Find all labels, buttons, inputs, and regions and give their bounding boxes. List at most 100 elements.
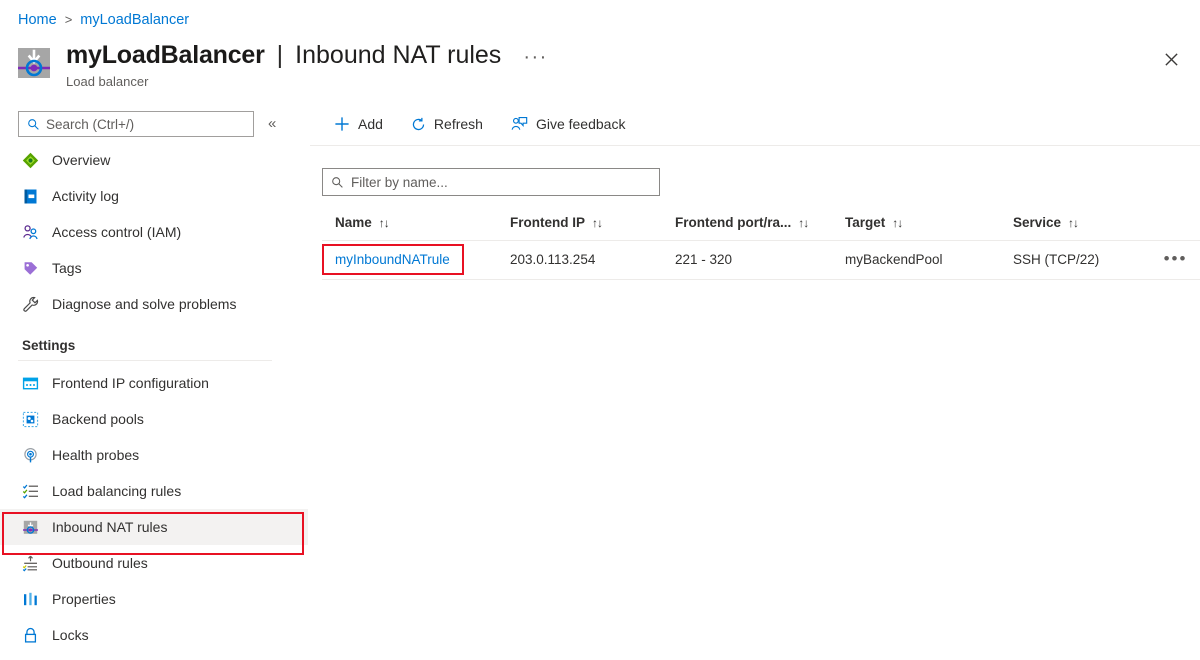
sidebar-item-label: Health probes: [52, 447, 139, 463]
page-title-block: myLoadBalancer | Inbound NAT rules ··· L…: [16, 40, 552, 91]
table-row[interactable]: myInboundNATrule 203.0.113.254 221 - 320…: [322, 241, 1200, 280]
search-icon: [27, 118, 40, 131]
sidebar-item-label: Access control (IAM): [52, 224, 181, 240]
column-header-label: Frontend IP: [510, 215, 585, 230]
sort-arrows-icon[interactable]: ↑↓: [592, 216, 602, 230]
page-name: Inbound NAT rules: [295, 40, 501, 71]
cell-target: myBackendPool: [832, 241, 1000, 280]
sidebar-section-settings: Settings: [0, 322, 308, 358]
sidebar-item-properties[interactable]: Properties: [0, 581, 308, 617]
inbound-nat-rules-icon: [22, 519, 39, 536]
nat-rule-link[interactable]: myInboundNATrule: [335, 252, 450, 267]
filter-by-name-input[interactable]: Filter by name...: [322, 168, 660, 196]
cell-service: SSH (TCP/22): [1000, 241, 1138, 280]
main-content: Add Refresh Give feedback: [310, 104, 1200, 660]
cell-frontend-port: 221 - 320: [662, 241, 832, 280]
load-balancer-icon: [16, 45, 54, 83]
sort-arrows-icon[interactable]: ↑↓: [892, 216, 902, 230]
give-feedback-button[interactable]: Give feedback: [509, 109, 628, 139]
resource-name: myLoadBalancer: [66, 40, 265, 71]
search-icon: [331, 176, 344, 189]
overview-diamond-icon: [22, 152, 39, 169]
sidebar-item-access-control[interactable]: Access control (IAM): [0, 214, 308, 250]
more-commands-ellipsis-icon[interactable]: ···: [519, 46, 551, 69]
outbound-rules-icon: [22, 555, 39, 572]
access-control-icon: [22, 224, 39, 241]
sidebar-item-label: Locks: [52, 627, 89, 643]
row-context-menu-icon[interactable]: •••: [1164, 252, 1188, 266]
title-pipe: |: [277, 40, 284, 71]
column-header-frontend-ip[interactable]: Frontend IP ↑↓: [497, 211, 662, 241]
activity-log-icon: [22, 188, 39, 205]
column-header-name[interactable]: Name ↑↓: [322, 211, 497, 241]
sidebar-item-label: Activity log: [52, 188, 119, 204]
cell-context-menu: •••: [1138, 241, 1200, 280]
sidebar-item-label: Diagnose and solve problems: [52, 296, 236, 312]
column-header-context: [1138, 211, 1200, 241]
sidebar-item-label: Properties: [52, 591, 116, 607]
refresh-button[interactable]: Refresh: [409, 109, 485, 139]
breadcrumb-separator-icon: >: [65, 10, 73, 30]
sidebar-item-inbound-nat-rules[interactable]: Inbound NAT rules: [0, 509, 308, 545]
column-header-frontend-port[interactable]: Frontend port/ra... ↑↓: [662, 211, 832, 241]
sidebar-item-label: Outbound rules: [52, 555, 148, 571]
command-bar: Add Refresh Give feedback: [310, 104, 1200, 144]
cell-name: myInboundNATrule: [322, 241, 497, 280]
sidebar-nav-list: Overview Activity log: [0, 142, 308, 653]
chevron-double-left-icon[interactable]: «: [268, 111, 276, 137]
sidebar-item-backend-pools[interactable]: Backend pools: [0, 401, 308, 437]
column-header-label: Service: [1013, 215, 1061, 230]
sidebar-item-label: Load balancing rules: [52, 483, 181, 499]
close-icon: [1164, 52, 1179, 67]
plus-icon: [334, 116, 350, 132]
give-feedback-button-label: Give feedback: [536, 116, 626, 132]
search-input[interactable]: Search (Ctrl+/): [18, 111, 254, 137]
sort-arrows-icon[interactable]: ↑↓: [798, 216, 808, 230]
backend-pools-icon: [22, 411, 39, 428]
column-header-label: Target: [845, 215, 885, 230]
sidebar-item-label: Overview: [52, 152, 110, 168]
wrench-icon: [22, 296, 39, 313]
feedback-person-icon: [511, 116, 528, 132]
search-placeholder: Search (Ctrl+/): [46, 117, 134, 132]
add-button[interactable]: Add: [332, 109, 385, 139]
sidebar-item-load-balancing-rules[interactable]: Load balancing rules: [0, 473, 308, 509]
sort-arrows-icon[interactable]: ↑↓: [379, 216, 389, 230]
add-button-label: Add: [358, 116, 383, 132]
sidebar-item-label: Frontend IP configuration: [52, 375, 209, 391]
sidebar-item-overview[interactable]: Overview: [0, 142, 308, 178]
sidebar-item-tags[interactable]: Tags: [0, 250, 308, 286]
sidebar-section-divider: [18, 360, 272, 361]
sort-arrows-icon[interactable]: ↑↓: [1068, 216, 1078, 230]
sidebar-item-health-probes[interactable]: Health probes: [0, 437, 308, 473]
sidebar-item-outbound-rules[interactable]: Outbound rules: [0, 545, 308, 581]
refresh-button-label: Refresh: [434, 116, 483, 132]
sidebar: Search (Ctrl+/) « Overview: [0, 104, 308, 660]
inbound-nat-rules-table: Name ↑↓ Frontend IP ↑↓ Frontend port/ra...…: [322, 211, 1200, 280]
sidebar-item-locks[interactable]: Locks: [0, 617, 308, 653]
cell-frontend-ip: 203.0.113.254: [497, 241, 662, 280]
breadcrumb: Home > myLoadBalancer: [18, 10, 189, 30]
column-header-target[interactable]: Target ↑↓: [832, 211, 1000, 241]
lock-icon: [22, 627, 39, 644]
column-header-service[interactable]: Service ↑↓: [1000, 211, 1138, 241]
sidebar-item-label: Backend pools: [52, 411, 144, 427]
load-balancing-rules-icon: [22, 483, 39, 500]
sidebar-item-frontend-ip-configuration[interactable]: Frontend IP configuration: [0, 365, 308, 401]
health-probe-icon: [22, 447, 39, 464]
sidebar-item-diagnose[interactable]: Diagnose and solve problems: [0, 286, 308, 322]
column-header-label: Name: [335, 215, 372, 230]
properties-icon: [22, 591, 39, 608]
azure-portal-blade: Home > myLoadBalancer myLoadBalancer | I…: [0, 0, 1200, 660]
sidebar-item-activity-log[interactable]: Activity log: [0, 178, 308, 214]
refresh-icon: [411, 117, 426, 132]
frontend-ip-icon: [22, 375, 39, 392]
close-blade-button[interactable]: [1156, 44, 1186, 74]
filter-placeholder: Filter by name...: [351, 175, 448, 190]
breadcrumb-home[interactable]: Home: [18, 10, 57, 30]
column-header-label: Frontend port/ra...: [675, 215, 791, 230]
table-header-row: Name ↑↓ Frontend IP ↑↓ Frontend port/ra...…: [322, 211, 1200, 241]
sidebar-item-label: Inbound NAT rules: [52, 519, 167, 535]
breadcrumb-myloadbalancer[interactable]: myLoadBalancer: [80, 10, 189, 30]
resource-type-caption: Load balancer: [66, 73, 552, 91]
